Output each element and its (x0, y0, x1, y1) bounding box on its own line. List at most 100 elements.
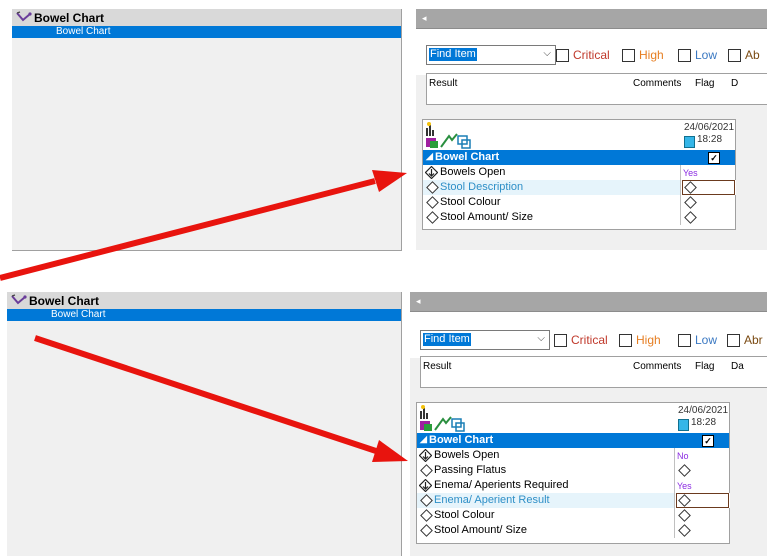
column-marker-icon (684, 136, 695, 148)
chevron-down-icon[interactable]: ⌵ (537, 333, 545, 344)
bowel-chart-flowsheet-bottom: 24/06/2021 18:28 Bowel Chart ◢ ✓ Bowels … (416, 402, 730, 544)
diamond-icon (420, 464, 433, 477)
scroll-left-icon[interactable]: ◂ (422, 13, 427, 24)
find-item-value: Find Item (423, 333, 471, 346)
group-checkbox[interactable]: ✓ (702, 435, 714, 447)
abnormal-checkbox[interactable]: Abr (727, 333, 763, 347)
results-grid-header: Result Comments Flag Da (420, 356, 767, 378)
critical-label: Critical (573, 48, 610, 62)
tree-item-bowel-chart[interactable]: Bowel Chart (12, 26, 401, 38)
row-label: Enema/ Aperient Result (434, 494, 550, 506)
col-comments[interactable]: Comments (633, 78, 681, 89)
filter-bar: Find Item ⌵ Critical High Low Abr (410, 312, 767, 358)
row-stool-colour[interactable]: Stool Colour (417, 508, 729, 523)
tree-item-bowel-chart[interactable]: Bowel Chart (7, 309, 401, 321)
high-checkbox[interactable]: High (622, 48, 664, 62)
right-panel-bottom: ◂ Find Item ⌵ Critical High Low Abr Resu… (410, 292, 767, 556)
col-flag[interactable]: Flag (695, 78, 714, 89)
date-column-header[interactable]: 24/06/2021 18:28 (680, 120, 735, 151)
checkbox-box[interactable] (678, 333, 691, 347)
col-result[interactable]: Result (429, 78, 457, 89)
checkbox-box[interactable] (678, 48, 691, 62)
tree-item-label: Bowel Chart (56, 26, 111, 37)
diamond-icon (678, 509, 691, 522)
low-checkbox[interactable]: Low (678, 48, 717, 62)
find-item-dropdown[interactable]: Find Item ⌵ (420, 330, 550, 350)
tree-header[interactable]: Bowel Chart (12, 9, 401, 26)
col-flag[interactable]: Flag (695, 361, 714, 372)
row-stool-description[interactable]: Stool Description (423, 180, 736, 195)
left-tree-panel-bottom: Bowel Chart Bowel Chart (7, 292, 402, 556)
abnormal-label: Ab (745, 48, 760, 62)
group-checkbox[interactable]: ✓ (708, 152, 720, 164)
abnormal-checkbox[interactable]: Ab (728, 48, 760, 62)
critical-checkbox[interactable]: Critical (556, 48, 610, 62)
col-result[interactable]: Result (423, 361, 451, 372)
checkbox-box[interactable] (554, 333, 567, 347)
row-passing-flatus[interactable]: Passing Flatus (417, 463, 729, 478)
checkbox-box[interactable] (556, 48, 569, 62)
critical-checkbox[interactable]: Critical (554, 333, 608, 347)
checkbox-box[interactable] (728, 48, 741, 62)
tree-header[interactable]: Bowel Chart (7, 292, 401, 309)
col-date[interactable]: Da (731, 361, 744, 372)
row-stool-colour[interactable]: Stool Colour (423, 195, 735, 210)
tree-item-label: Bowel Chart (51, 309, 106, 320)
group-row-bowel-chart[interactable]: Bowel Chart ◢ ✓ (423, 150, 735, 165)
low-label: Low (695, 48, 718, 62)
horizontal-scrollbar[interactable]: ◂ (410, 292, 767, 312)
date-column-header[interactable]: 24/06/2021 18:28 (674, 403, 729, 434)
row-bowels-open[interactable]: Bowels Open Yes (423, 165, 735, 180)
row-label: Stool Amount/ Size (434, 524, 527, 536)
find-item-dropdown[interactable]: Find Item ⌵ (426, 45, 556, 65)
high-checkbox[interactable]: High (619, 333, 661, 347)
diamond-icon (678, 524, 691, 537)
row-stool-amount[interactable]: Stool Amount/ Size (417, 523, 729, 538)
row-value: Yes (683, 168, 698, 178)
results-grid-body (426, 94, 767, 105)
column-date: 24/06/2021 (684, 122, 735, 133)
left-tree-panel-top: Bowel Chart Bowel Chart (12, 9, 402, 251)
horizontal-scrollbar[interactable]: ◂ (416, 9, 767, 29)
collapse-icon[interactable]: ◢ (426, 151, 433, 162)
right-panel-top: ◂ Find Item ⌵ Critical High Low Ab Resul… (416, 9, 767, 250)
row-value: No (677, 451, 689, 461)
find-item-value: Find Item (429, 48, 477, 61)
results-grid-header: Result Comments Flag D (426, 73, 767, 95)
flowsheet-toolbar-icons[interactable] (425, 122, 473, 150)
row-label: Passing Flatus (434, 464, 507, 476)
collapse-icon[interactable]: ◢ (420, 434, 427, 445)
group-row-bowel-chart[interactable]: Bowel Chart ◢ ✓ (417, 433, 729, 448)
diamond-icon (426, 211, 439, 224)
results-grid-body (420, 377, 767, 388)
tree-header-label: Bowel Chart (29, 294, 100, 308)
row-label: Enema/ Aperients Required (434, 479, 569, 491)
group-label: Bowel Chart (429, 434, 494, 446)
row-label: Stool Description (440, 181, 524, 193)
low-checkbox[interactable]: Low (678, 333, 717, 347)
row-value: Yes (677, 481, 692, 491)
entered-diamond-icon (419, 449, 432, 462)
scroll-left-icon[interactable]: ◂ (416, 296, 421, 307)
diamond-icon (684, 211, 697, 224)
chevron-down-icon[interactable]: ⌵ (543, 48, 551, 59)
flowsheet-toolbar-icons[interactable] (419, 405, 467, 433)
row-label: Stool Colour (434, 509, 495, 521)
critical-label: Critical (571, 333, 608, 347)
checkbox-box[interactable] (727, 333, 740, 347)
row-bowels-open[interactable]: Bowels Open No (417, 448, 729, 463)
row-label: Bowels Open (434, 449, 500, 461)
row-enema-aperients-required[interactable]: Enema/ Aperients Required Yes (417, 478, 729, 493)
diamond-icon (678, 464, 691, 477)
stethoscope-icon (11, 294, 27, 305)
diamond-icon (426, 181, 439, 194)
col-comments[interactable]: Comments (633, 361, 681, 372)
row-enema-aperient-result[interactable]: Enema/ Aperient Result (417, 493, 730, 508)
row-label: Stool Colour (440, 196, 501, 208)
checkbox-box[interactable] (619, 333, 632, 347)
diamond-icon (684, 196, 697, 209)
row-stool-amount[interactable]: Stool Amount/ Size (423, 210, 735, 225)
group-label: Bowel Chart (435, 151, 500, 163)
checkbox-box[interactable] (622, 48, 635, 62)
col-date[interactable]: D (731, 78, 738, 89)
